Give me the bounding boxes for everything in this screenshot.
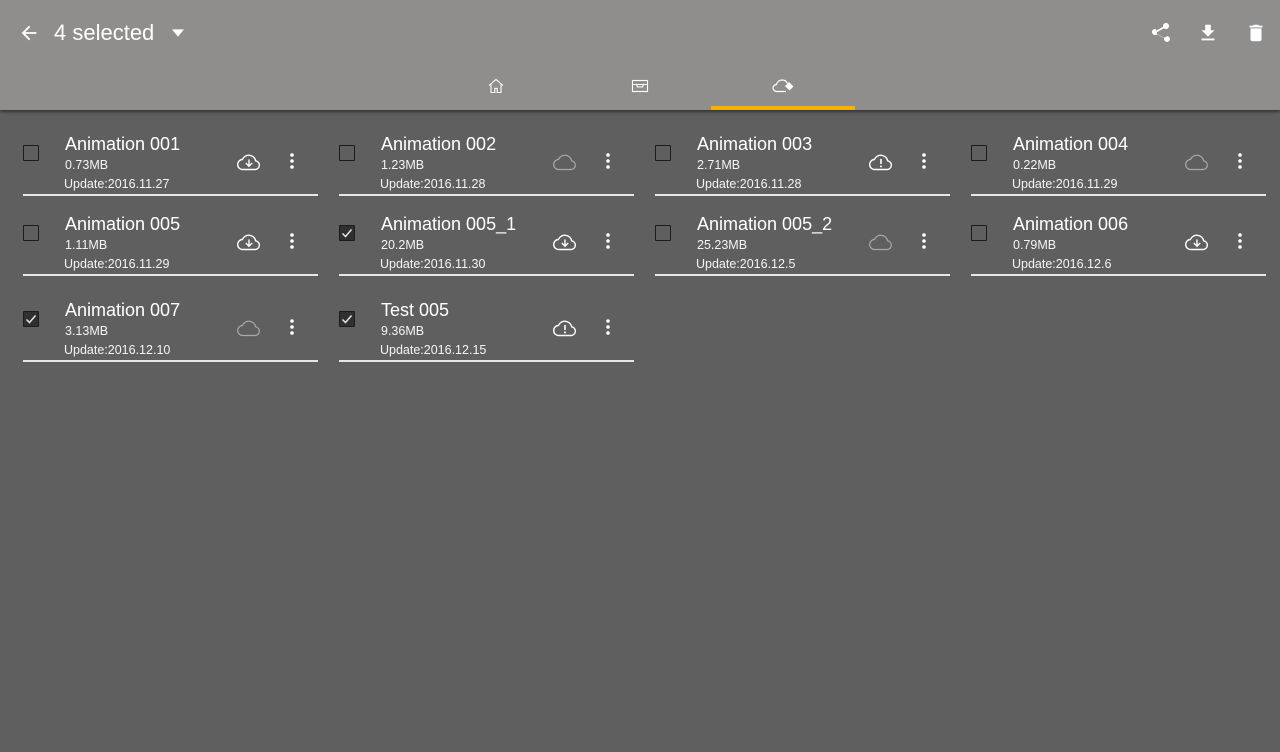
select-checkbox[interactable] bbox=[23, 311, 39, 327]
file-size: 2.71MB bbox=[697, 158, 741, 172]
file-name: Animation 002 bbox=[381, 134, 497, 154]
cloud-download-icon[interactable] bbox=[233, 229, 265, 253]
file-card[interactable]: Animation 005_2 25.23MB Update:2016.12.5 bbox=[655, 190, 950, 276]
file-card[interactable]: Animation 005_1 20.2MB Update:2016.11.30 bbox=[339, 190, 634, 276]
select-checkbox[interactable] bbox=[23, 225, 39, 241]
more-vert-icon[interactable] bbox=[598, 150, 618, 172]
checkmark-icon bbox=[25, 315, 37, 324]
file-name: Test 005 bbox=[381, 300, 450, 320]
more-vert-icon[interactable] bbox=[282, 316, 302, 338]
checkmark-icon bbox=[341, 315, 353, 324]
file-card[interactable]: Animation 002 1.23MB Update:2016.11.28 bbox=[339, 110, 634, 196]
cloud-icon[interactable] bbox=[549, 149, 581, 173]
divider bbox=[23, 360, 318, 362]
app-bar: 4 selected bbox=[0, 0, 1280, 110]
file-updated: Update:2016.12.6 bbox=[1012, 257, 1112, 271]
divider bbox=[339, 360, 634, 362]
file-card[interactable]: Animation 004 0.22MB Update:2016.11.29 bbox=[971, 110, 1266, 196]
cloud-download-icon[interactable] bbox=[1181, 229, 1213, 253]
select-checkbox[interactable] bbox=[655, 225, 671, 241]
cloud-alert-icon[interactable] bbox=[865, 149, 897, 173]
cloud-icon[interactable] bbox=[1181, 149, 1213, 173]
more-vert-icon[interactable] bbox=[598, 316, 618, 338]
home-icon bbox=[488, 78, 504, 94]
checkmark-icon bbox=[341, 229, 353, 238]
arrow-left-icon[interactable] bbox=[14, 18, 44, 48]
select-checkbox[interactable] bbox=[339, 225, 355, 241]
select-checkbox[interactable] bbox=[971, 145, 987, 161]
file-size: 3.13MB bbox=[65, 324, 109, 338]
select-checkbox[interactable] bbox=[655, 145, 671, 161]
file-name: Animation 005_2 bbox=[697, 214, 833, 234]
file-updated: Update:2016.11.29 bbox=[64, 257, 170, 271]
more-vert-icon[interactable] bbox=[914, 230, 934, 252]
file-updated: Update:2016.11.29 bbox=[1012, 177, 1118, 191]
selection-count-title: 4 selected bbox=[54, 20, 155, 45]
tab-home[interactable] bbox=[424, 62, 568, 110]
trash-icon[interactable] bbox=[1241, 18, 1271, 48]
file-size: 1.23MB bbox=[381, 158, 425, 172]
file-size: 20.2MB bbox=[381, 238, 425, 252]
select-checkbox[interactable] bbox=[339, 311, 355, 327]
file-name: Animation 007 bbox=[65, 300, 181, 320]
file-updated: Update:2016.12.5 bbox=[696, 257, 796, 271]
archive-box-icon bbox=[631, 79, 649, 93]
file-updated: Update:2016.11.28 bbox=[696, 177, 802, 191]
cloud-sync-icon bbox=[772, 79, 794, 93]
file-name: Animation 001 bbox=[65, 134, 181, 154]
file-card[interactable]: Test 005 9.36MB Update:2016.12.15 bbox=[339, 276, 634, 362]
cloud-icon[interactable] bbox=[233, 315, 265, 339]
more-vert-icon[interactable] bbox=[598, 230, 618, 252]
more-vert-icon[interactable] bbox=[1230, 150, 1250, 172]
file-name: Animation 003 bbox=[697, 134, 813, 154]
file-updated: Update:2016.12.15 bbox=[380, 343, 487, 357]
file-card[interactable]: Animation 005 1.11MB Update:2016.11.29 bbox=[23, 190, 318, 276]
divider bbox=[971, 274, 1266, 276]
select-checkbox[interactable] bbox=[339, 145, 355, 161]
file-name: Animation 006 bbox=[1013, 214, 1129, 234]
file-card[interactable]: Animation 006 0.79MB Update:2016.12.6 bbox=[971, 190, 1266, 276]
file-size: 1.11MB bbox=[65, 238, 108, 252]
caret-down-icon[interactable] bbox=[168, 23, 188, 43]
select-checkbox[interactable] bbox=[971, 225, 987, 241]
more-vert-icon[interactable] bbox=[914, 150, 934, 172]
file-updated: Update:2016.11.28 bbox=[380, 177, 486, 191]
file-size: 0.79MB bbox=[1013, 238, 1057, 252]
cloud-download-icon[interactable] bbox=[233, 149, 265, 173]
more-vert-icon[interactable] bbox=[282, 230, 302, 252]
cloud-download-icon[interactable] bbox=[549, 229, 581, 253]
file-updated: Update:2016.11.27 bbox=[64, 177, 170, 191]
file-grid: Animation 001 0.73MB Update:2016.11.27 Anim… bbox=[0, 110, 1280, 752]
file-size: 0.73MB bbox=[65, 158, 109, 172]
select-checkbox[interactable] bbox=[23, 145, 39, 161]
file-card[interactable]: Animation 001 0.73MB Update:2016.11.27 bbox=[23, 110, 318, 196]
more-vert-icon[interactable] bbox=[282, 150, 302, 172]
cloud-alert-icon[interactable] bbox=[549, 315, 581, 339]
file-size: 0.22MB bbox=[1013, 158, 1057, 172]
file-name: Animation 004 bbox=[1013, 134, 1129, 154]
file-name: Animation 005 bbox=[65, 214, 181, 234]
file-updated: Update:2016.12.10 bbox=[64, 343, 171, 357]
file-card[interactable]: Animation 003 2.71MB Update:2016.11.28 bbox=[655, 110, 950, 196]
file-card[interactable]: Animation 007 3.13MB Update:2016.12.10 bbox=[23, 276, 318, 362]
file-name: Animation 005_1 bbox=[381, 214, 517, 234]
tab-cloud[interactable] bbox=[711, 62, 855, 110]
file-updated: Update:2016.11.30 bbox=[380, 257, 486, 271]
tab-storage[interactable] bbox=[568, 62, 712, 110]
divider bbox=[655, 274, 950, 276]
cloud-icon[interactable] bbox=[865, 229, 897, 253]
more-vert-icon[interactable] bbox=[1230, 230, 1250, 252]
file-size: 25.23MB bbox=[697, 238, 748, 252]
file-size: 9.36MB bbox=[381, 324, 425, 338]
download-icon[interactable] bbox=[1193, 18, 1223, 48]
share-icon[interactable] bbox=[1145, 18, 1175, 48]
